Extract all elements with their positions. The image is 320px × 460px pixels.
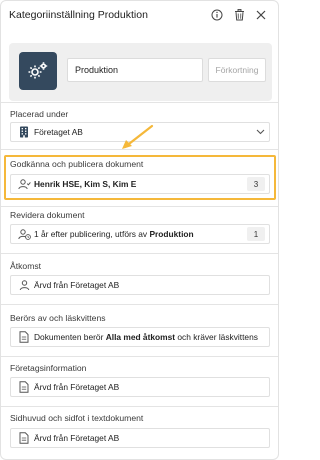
trash-icon[interactable] bbox=[230, 7, 248, 23]
placed-under-label: Placerad under bbox=[10, 109, 69, 119]
approvers-count: 3 bbox=[247, 177, 265, 191]
revise-count: 1 bbox=[247, 227, 265, 241]
chevron-down-icon bbox=[251, 129, 269, 135]
company-info-field[interactable]: Ärvd från Företaget AB bbox=[10, 377, 270, 397]
divider bbox=[1, 356, 278, 357]
divider bbox=[1, 206, 278, 207]
revise-value: 1 år efter publicering, utförs av Produk… bbox=[34, 229, 247, 239]
user-icon bbox=[14, 276, 34, 294]
access-label: Åtkomst bbox=[10, 261, 42, 271]
affected-value-prefix: Dokumenten berör bbox=[34, 332, 106, 342]
divider bbox=[1, 406, 278, 407]
header-footer-field[interactable]: Ärvd från Företaget AB bbox=[10, 428, 270, 448]
revise-field[interactable]: 1 år efter publicering, utförs av Produk… bbox=[10, 224, 270, 244]
info-icon[interactable] bbox=[208, 7, 226, 23]
abbreviation-input[interactable]: Förkortning bbox=[208, 58, 266, 82]
category-settings-panel: Kategoriinställning Produktion Produktio… bbox=[0, 0, 279, 460]
panel-header: Kategoriinställning Produktion bbox=[9, 7, 270, 23]
revise-label: Revidera dokument bbox=[10, 210, 85, 220]
panel-title: Kategoriinställning Produktion bbox=[9, 9, 148, 21]
affected-value-suffix: och kräver läskvittens bbox=[175, 332, 258, 342]
document-icon bbox=[14, 378, 34, 396]
access-value: Ärvd från Företaget AB bbox=[34, 280, 120, 290]
revise-value-text: 1 år efter publicering, utförs av bbox=[34, 229, 150, 239]
gears-icon[interactable] bbox=[19, 52, 57, 90]
revise-value-owner: Produktion bbox=[149, 229, 194, 239]
header-footer-label: Sidhuvud och sidfot i textdokument bbox=[10, 413, 144, 423]
header-footer-value: Ärvd från Företaget AB bbox=[34, 433, 120, 443]
approve-publish-field[interactable]: Henrik HSE, Kim S, Kim E 3 bbox=[10, 174, 270, 194]
affected-value: Dokumenten berör Alla med åtkomst och kr… bbox=[34, 332, 269, 342]
affected-label: Berörs av och läskvittens bbox=[10, 313, 106, 323]
company-info-label: Företagsinformation bbox=[10, 363, 87, 373]
access-field[interactable]: Ärvd från Företaget AB bbox=[10, 275, 270, 295]
document-icon bbox=[14, 429, 34, 447]
document-icon bbox=[14, 328, 34, 346]
category-identity-card: Produktion Förkortning bbox=[9, 43, 272, 101]
company-info-value: Ärvd från Företaget AB bbox=[34, 382, 120, 392]
approve-label: Godkänna och publicera dokument bbox=[10, 159, 144, 169]
affected-field[interactable]: Dokumenten berör Alla med åtkomst och kr… bbox=[10, 327, 270, 347]
category-name-input[interactable]: Produktion bbox=[67, 58, 203, 82]
approvers-value: Henrik HSE, Kim S, Kim E bbox=[34, 179, 247, 189]
user-approve-icon bbox=[14, 175, 34, 193]
affected-value-audience: Alla med åtkomst bbox=[105, 332, 176, 342]
building-icon bbox=[14, 123, 34, 141]
divider bbox=[1, 102, 278, 103]
divider bbox=[1, 149, 278, 150]
close-icon[interactable] bbox=[252, 7, 270, 23]
approvers-names: Henrik HSE, Kim S, Kim E bbox=[34, 179, 137, 189]
placed-under-value: Företaget AB bbox=[34, 127, 83, 137]
user-clock-icon bbox=[14, 225, 34, 243]
placed-under-select[interactable]: Företaget AB bbox=[10, 122, 270, 142]
divider bbox=[1, 304, 278, 305]
divider bbox=[1, 253, 278, 254]
